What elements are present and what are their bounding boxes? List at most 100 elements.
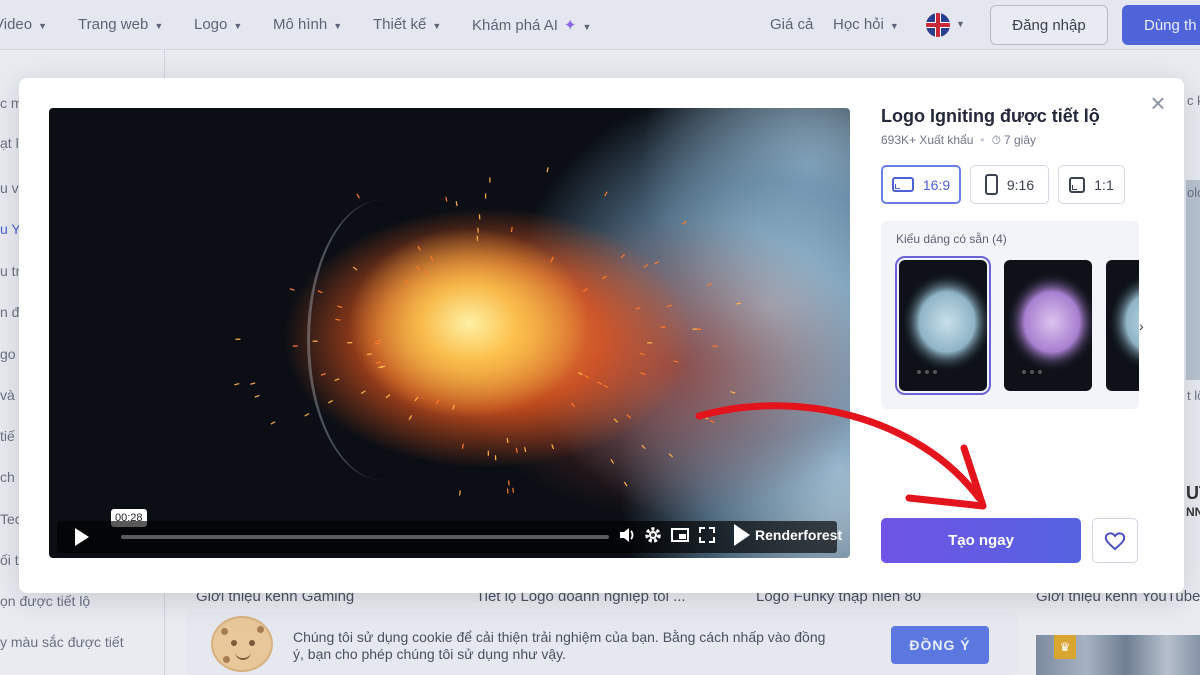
template-meta: 693K+ Xuất khẩu • ⏱ 7 giây (881, 133, 1036, 148)
style-preview (1108, 274, 1139, 370)
progress-bar[interactable] (121, 535, 609, 539)
spark (613, 418, 619, 423)
favorite-button[interactable] (1092, 518, 1138, 563)
duration: 7 giây (1004, 133, 1037, 147)
spark (461, 443, 464, 449)
top-navigation: Video ▼ Trang web ▼ Logo ▼ Mô hình ▼ Thiết k… (0, 0, 1200, 50)
spark (385, 394, 391, 399)
crown-icon: ♛ (1054, 635, 1076, 659)
clock-icon: ⏱ (991, 133, 1001, 147)
spark (550, 256, 554, 262)
style-option[interactable] (1106, 260, 1139, 391)
chevron-down-icon: ▼ (38, 21, 48, 31)
cookie-banner: Chúng tôi sử dụng cookie để cải thiện tr… (185, 612, 1018, 675)
chevron-down-icon: ▼ (582, 22, 592, 32)
spark (234, 382, 240, 386)
fullscreen-icon[interactable] (695, 525, 719, 549)
ratio-9-16-button[interactable]: 9:16 (970, 165, 1049, 204)
spark (735, 302, 741, 305)
sidebar-item[interactable]: ọn được tiết lộ (0, 593, 90, 609)
spark (445, 196, 448, 202)
spark (512, 487, 514, 493)
chevron-down-icon: ▼ (432, 21, 442, 31)
spark (643, 264, 649, 268)
spark (328, 399, 334, 404)
nav-label: Học hỏi (833, 16, 884, 33)
play-icon[interactable] (75, 528, 89, 546)
sidebar-item-active[interactable]: u Y (0, 221, 21, 237)
template-preview-modal: × 00:28 Renderforest Logo Igniting được … (19, 78, 1184, 593)
login-button[interactable]: Đăng nhập (990, 5, 1108, 45)
spark (635, 307, 641, 310)
nav-item-logo[interactable]: Logo ▼ (194, 16, 242, 33)
style-option[interactable] (1004, 260, 1092, 391)
spark (515, 447, 518, 453)
spark (597, 381, 602, 385)
language-chevron-down-icon[interactable]: ▼ (956, 19, 965, 29)
spark (666, 304, 672, 308)
spark (602, 275, 607, 280)
sidebar-item[interactable]: ạt l (0, 135, 19, 151)
chevron-right-icon[interactable]: › (1139, 318, 1144, 334)
sidebar-item[interactable]: ch (0, 469, 15, 485)
spark (604, 191, 608, 197)
picture-in-picture-icon[interactable] (668, 525, 692, 549)
player-controls (57, 521, 837, 553)
template-thumbnail[interactable] (1186, 180, 1200, 380)
style-preview (1006, 272, 1092, 374)
chevron-down-icon: ▼ (333, 21, 343, 31)
nav-item-explore-ai[interactable]: Khám phá AI ✦ ▼ (472, 16, 591, 34)
spark (510, 226, 513, 233)
sidebar-item[interactable]: và (0, 387, 15, 403)
nav-item-pricing[interactable]: Giá cả (770, 16, 813, 33)
available-styles-panel: Kiểu dáng có sẵn (4) (881, 221, 1139, 409)
spark (620, 254, 626, 259)
sidebar-item[interactable]: u tr (0, 263, 20, 279)
nav-item-design[interactable]: Thiết kế ▼ (373, 16, 441, 33)
spark (682, 220, 687, 225)
spark (254, 394, 260, 398)
template-title-fragment: t lộ (1187, 388, 1200, 403)
nav-item-website[interactable]: Trang web ▼ (78, 16, 163, 33)
style-option[interactable] (895, 256, 991, 395)
settings-gear-icon[interactable] (641, 525, 665, 549)
spark (707, 283, 713, 287)
spark (424, 269, 429, 275)
spark (304, 412, 310, 417)
spark (582, 288, 588, 292)
spark (452, 404, 455, 410)
chevron-down-icon: ▼ (889, 21, 899, 31)
sidebar-item[interactable]: go (0, 346, 16, 362)
volume-icon[interactable] (615, 525, 639, 549)
nav-item-video[interactable]: Video ▼ (0, 16, 47, 33)
spark (546, 167, 549, 173)
spark (623, 481, 628, 487)
template-title-fragment: c k (1187, 93, 1200, 108)
close-icon[interactable]: × (1145, 90, 1171, 116)
chevron-down-icon: ▼ (154, 21, 164, 31)
nav-item-learn[interactable]: Học hỏi ▼ (833, 16, 899, 33)
spark (455, 201, 458, 207)
spark (459, 490, 461, 496)
sidebar-item[interactable]: y màu sắc được tiết (0, 634, 124, 650)
ratio-1-1-button[interactable]: 1:1 (1058, 165, 1125, 204)
spark (639, 353, 645, 356)
uk-flag-icon[interactable] (926, 13, 950, 37)
nav-item-mockup[interactable]: Mô hình ▼ (273, 16, 342, 33)
spark (610, 458, 615, 464)
sidebar-item[interactable]: tiế (0, 428, 15, 444)
spark (506, 437, 509, 444)
spark (408, 415, 413, 420)
spark (250, 382, 256, 385)
try-free-button[interactable]: Dùng th (1122, 5, 1200, 45)
cookie-agree-button[interactable]: ĐỒNG Ý (891, 626, 989, 664)
spark (337, 305, 343, 309)
renderforest-logo: Renderforest (734, 524, 842, 546)
ratio-16-9-button[interactable]: 16:9 (881, 165, 961, 204)
create-now-button[interactable]: Tạo ngay (881, 518, 1081, 563)
spark (375, 361, 381, 364)
nav-label: Khám phá AI (472, 17, 558, 34)
spark (414, 396, 419, 402)
spark (654, 260, 660, 265)
ratio-label: 9:16 (1006, 176, 1035, 193)
